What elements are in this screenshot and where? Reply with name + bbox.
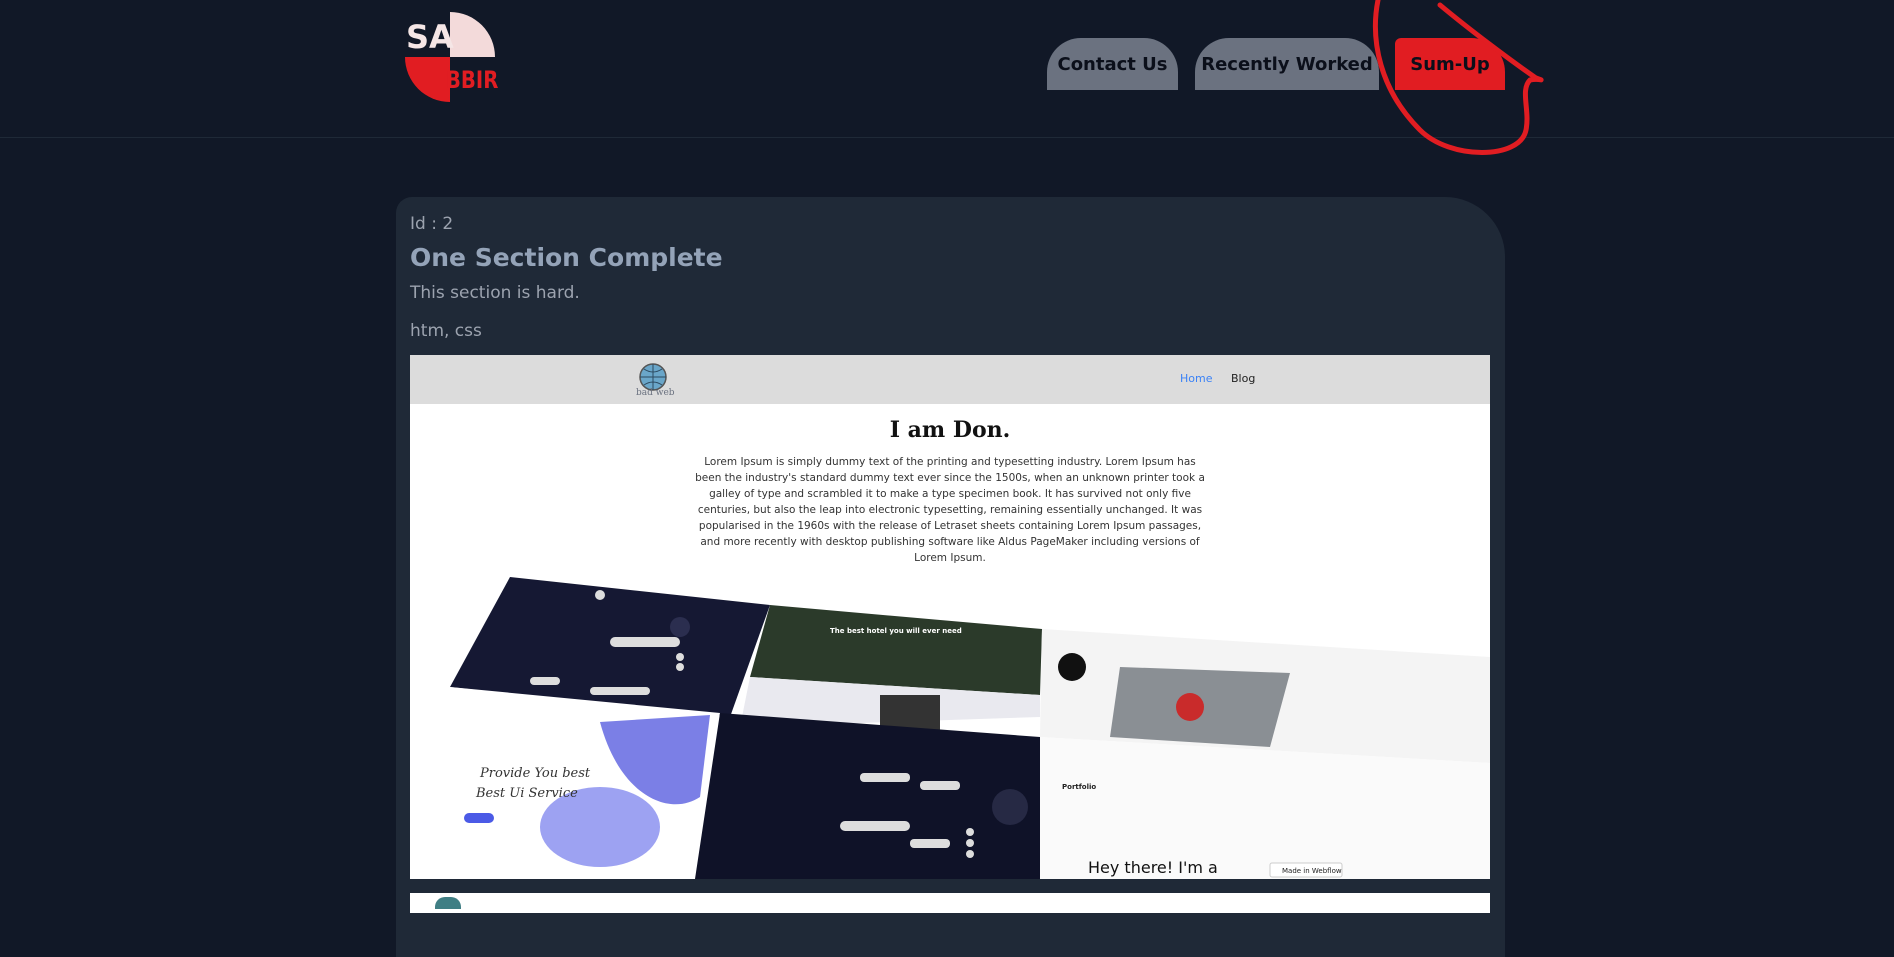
mockup-portfolio-label: Portfolio: [1062, 783, 1096, 791]
mockup-ui-text-2: Best Ui Service: [475, 786, 578, 801]
preview-paragraph: Lorem Ipsum is simply dummy text of the …: [695, 456, 1205, 564]
project-screenshot-2: [410, 893, 1490, 913]
preview-nav-blog: Blog: [1231, 372, 1256, 385]
mockup-ui-text-1: Provide You best: [479, 766, 591, 781]
mockup-hotel-text: The best hotel you will ever need: [830, 627, 962, 635]
mockup-dark-scene-2: [695, 713, 1040, 879]
nav-recently-worked-label: Recently Worked: [1201, 53, 1373, 75]
project-tech: htm, css: [410, 321, 482, 341]
preview-navbar: bad web Home Blog: [410, 355, 1490, 404]
site-header: SA BBIR Contact Us Recently Worked Sum-U…: [0, 0, 1894, 155]
nav-contact-us-label: Contact Us: [1057, 53, 1168, 75]
preview-mockup-collage: The best hotel you will ever need Sundha…: [450, 577, 1490, 879]
nav-sum-up-label: Sum-Up: [1410, 53, 1490, 75]
nav-recently-worked-button[interactable]: Recently Worked: [1195, 38, 1379, 90]
logo-text-bottom: BBIR: [446, 67, 499, 94]
mockup-portfolio-text: Hey there! I'm a: [1088, 858, 1218, 877]
preview-logo-text: bad web: [636, 388, 675, 398]
preview-nav-home: Home: [1180, 372, 1213, 385]
project-id: Id : 2: [410, 214, 454, 234]
project-description: This section is hard.: [410, 283, 580, 303]
mockup-webflow-badge: Made in Webflow: [1282, 867, 1342, 875]
project-card: Id : 2 One Section Complete This section…: [396, 197, 1505, 957]
preview-heading: I am Don.: [889, 417, 1011, 443]
nav-contact-us-button[interactable]: Contact Us: [1047, 38, 1178, 90]
preview-2-logo: [435, 897, 461, 909]
project-screenshot: bad web Home Blog I am Don. Lorem Ipsum …: [410, 355, 1490, 879]
nav-sum-up-button[interactable]: Sum-Up: [1395, 38, 1505, 90]
site-logo[interactable]: SA BBIR: [400, 12, 500, 104]
logo-text-top: SA: [406, 18, 454, 56]
project-title: One Section Complete: [410, 243, 723, 272]
